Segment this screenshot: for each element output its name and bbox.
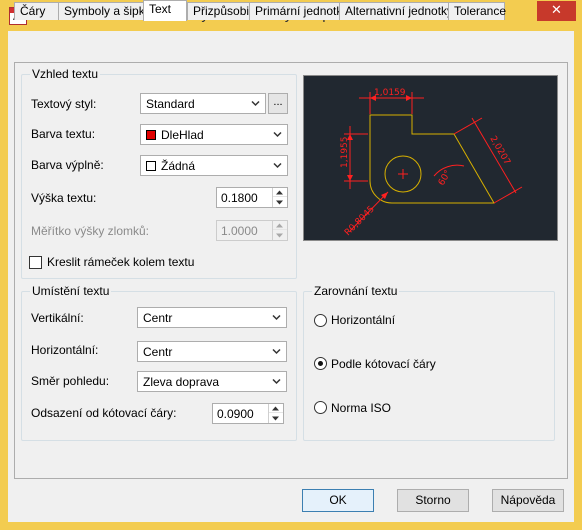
spin-down-button (273, 231, 287, 240)
chevron-down-icon (272, 378, 281, 385)
preview-dimension-arrows (347, 95, 412, 199)
tab-primary-units[interactable]: Primární jednotky (249, 2, 348, 20)
fill-color-value: Žádná (161, 159, 196, 173)
triangle-up-icon (276, 190, 283, 195)
fill-color-label: Barva výplně: (31, 158, 104, 172)
text-appearance-title: Vzhled textu (30, 67, 101, 81)
text-color-label: Barva textu: (31, 127, 96, 141)
chevron-down-icon (273, 131, 282, 138)
dimension-preview-drawing: 1,0159 1,1955 2,0207 60° R0,8045 (340, 88, 523, 238)
tab-fit[interactable]: Přizpůsobit (187, 2, 252, 20)
tab-symbols-arrows[interactable]: Symboly a šipky (58, 2, 151, 20)
preview-label-radius: R0,8045 (343, 204, 377, 238)
preview-label-top: 1,0159 (374, 88, 406, 98)
text-color-combo[interactable]: DleHlad (140, 124, 288, 145)
horizontal-value: Centr (143, 345, 173, 359)
offset-spinner[interactable]: 0.0900 (212, 403, 284, 424)
chevron-down-icon (272, 314, 281, 321)
spin-up-button[interactable] (273, 188, 287, 197)
draw-frame-checkbox[interactable] (29, 256, 42, 269)
text-style-value: Standard (146, 97, 195, 111)
offset-value: 0.0900 (217, 407, 254, 421)
dimension-preview: 1,0159 1,1955 2,0207 60° R0,8045 (303, 75, 558, 241)
tab-tolerances[interactable]: Tolerance (448, 2, 506, 20)
draw-frame-label: Kreslit rámeček kolem textu (47, 255, 195, 269)
help-button[interactable]: Nápověda (492, 489, 564, 512)
text-height-spinner[interactable]: 0.1800 (216, 187, 288, 208)
triangle-up-icon (272, 406, 279, 411)
triangle-down-icon (272, 416, 279, 421)
align-horizontal-label: Horizontální (331, 313, 396, 327)
close-button[interactable]: ✕ (537, 1, 576, 21)
horizontal-label: Horizontální: (31, 343, 99, 357)
preview-label-left: 1,1955 (340, 137, 350, 169)
preview-geometry-outline (369, 114, 495, 204)
ok-button[interactable]: OK (302, 489, 374, 512)
cancel-button[interactable]: Storno (397, 489, 469, 512)
tab-text[interactable]: Text (143, 0, 187, 21)
text-placement-title: Umístění textu (30, 284, 112, 298)
align-dimension-line-radio[interactable] (314, 357, 327, 370)
vertical-label: Vertikální: (31, 311, 84, 325)
text-color-value: DleHlad (161, 128, 204, 142)
text-alignment-title: Zarovnání textu (312, 284, 400, 298)
text-style-label: Textový styl: (31, 97, 97, 111)
tab-panel-text: Vzhled textu Textový styl: Standard ... … (14, 62, 568, 479)
fraction-height-scale-label: Měřítko výšky zlomků: (31, 224, 150, 238)
fraction-height-scale-value: 1.0000 (221, 224, 258, 238)
text-style-browse-button[interactable]: ... (268, 93, 288, 114)
chevron-down-icon (273, 162, 282, 169)
color-swatch-none (146, 161, 156, 171)
view-direction-label: Směr pohledu: (31, 374, 110, 388)
triangle-up-icon (276, 223, 283, 228)
align-dimension-line-label: Podle kótovací čáry (331, 357, 436, 371)
fill-color-combo[interactable]: Žádná (140, 155, 288, 176)
tab-alternate-units[interactable]: Alternativní jednotky (339, 2, 453, 20)
offset-label: Odsazení od kótovací čáry: (31, 406, 177, 420)
chevron-down-icon (272, 348, 281, 355)
fraction-height-scale-spinner: 1.0000 (216, 220, 288, 241)
align-horizontal-radio[interactable] (314, 314, 327, 327)
align-iso-radio[interactable] (314, 401, 327, 414)
color-swatch-red (146, 130, 156, 140)
spin-up-button[interactable] (269, 404, 283, 413)
spin-down-button[interactable] (269, 414, 283, 423)
spin-down-button[interactable] (273, 198, 287, 207)
triangle-down-icon (276, 233, 283, 238)
text-height-label: Výška textu: (31, 191, 97, 205)
vertical-combo[interactable]: Centr (137, 307, 287, 328)
tab-lines[interactable]: Čáry (14, 2, 59, 20)
text-height-value: 0.1800 (221, 191, 258, 205)
text-style-combo[interactable]: Standard (140, 93, 266, 114)
vertical-value: Centr (143, 311, 173, 325)
chevron-down-icon (251, 100, 260, 107)
dialog-window: A Nový kótovací styl: Kopie Standard ✕ Č… (0, 0, 582, 530)
view-direction-value: Zleva doprava (143, 375, 220, 389)
horizontal-combo[interactable]: Centr (137, 341, 287, 362)
view-direction-combo[interactable]: Zleva doprava (137, 371, 287, 392)
spin-up-button (273, 221, 287, 230)
triangle-down-icon (276, 200, 283, 205)
align-iso-label: Norma ISO (331, 401, 392, 415)
